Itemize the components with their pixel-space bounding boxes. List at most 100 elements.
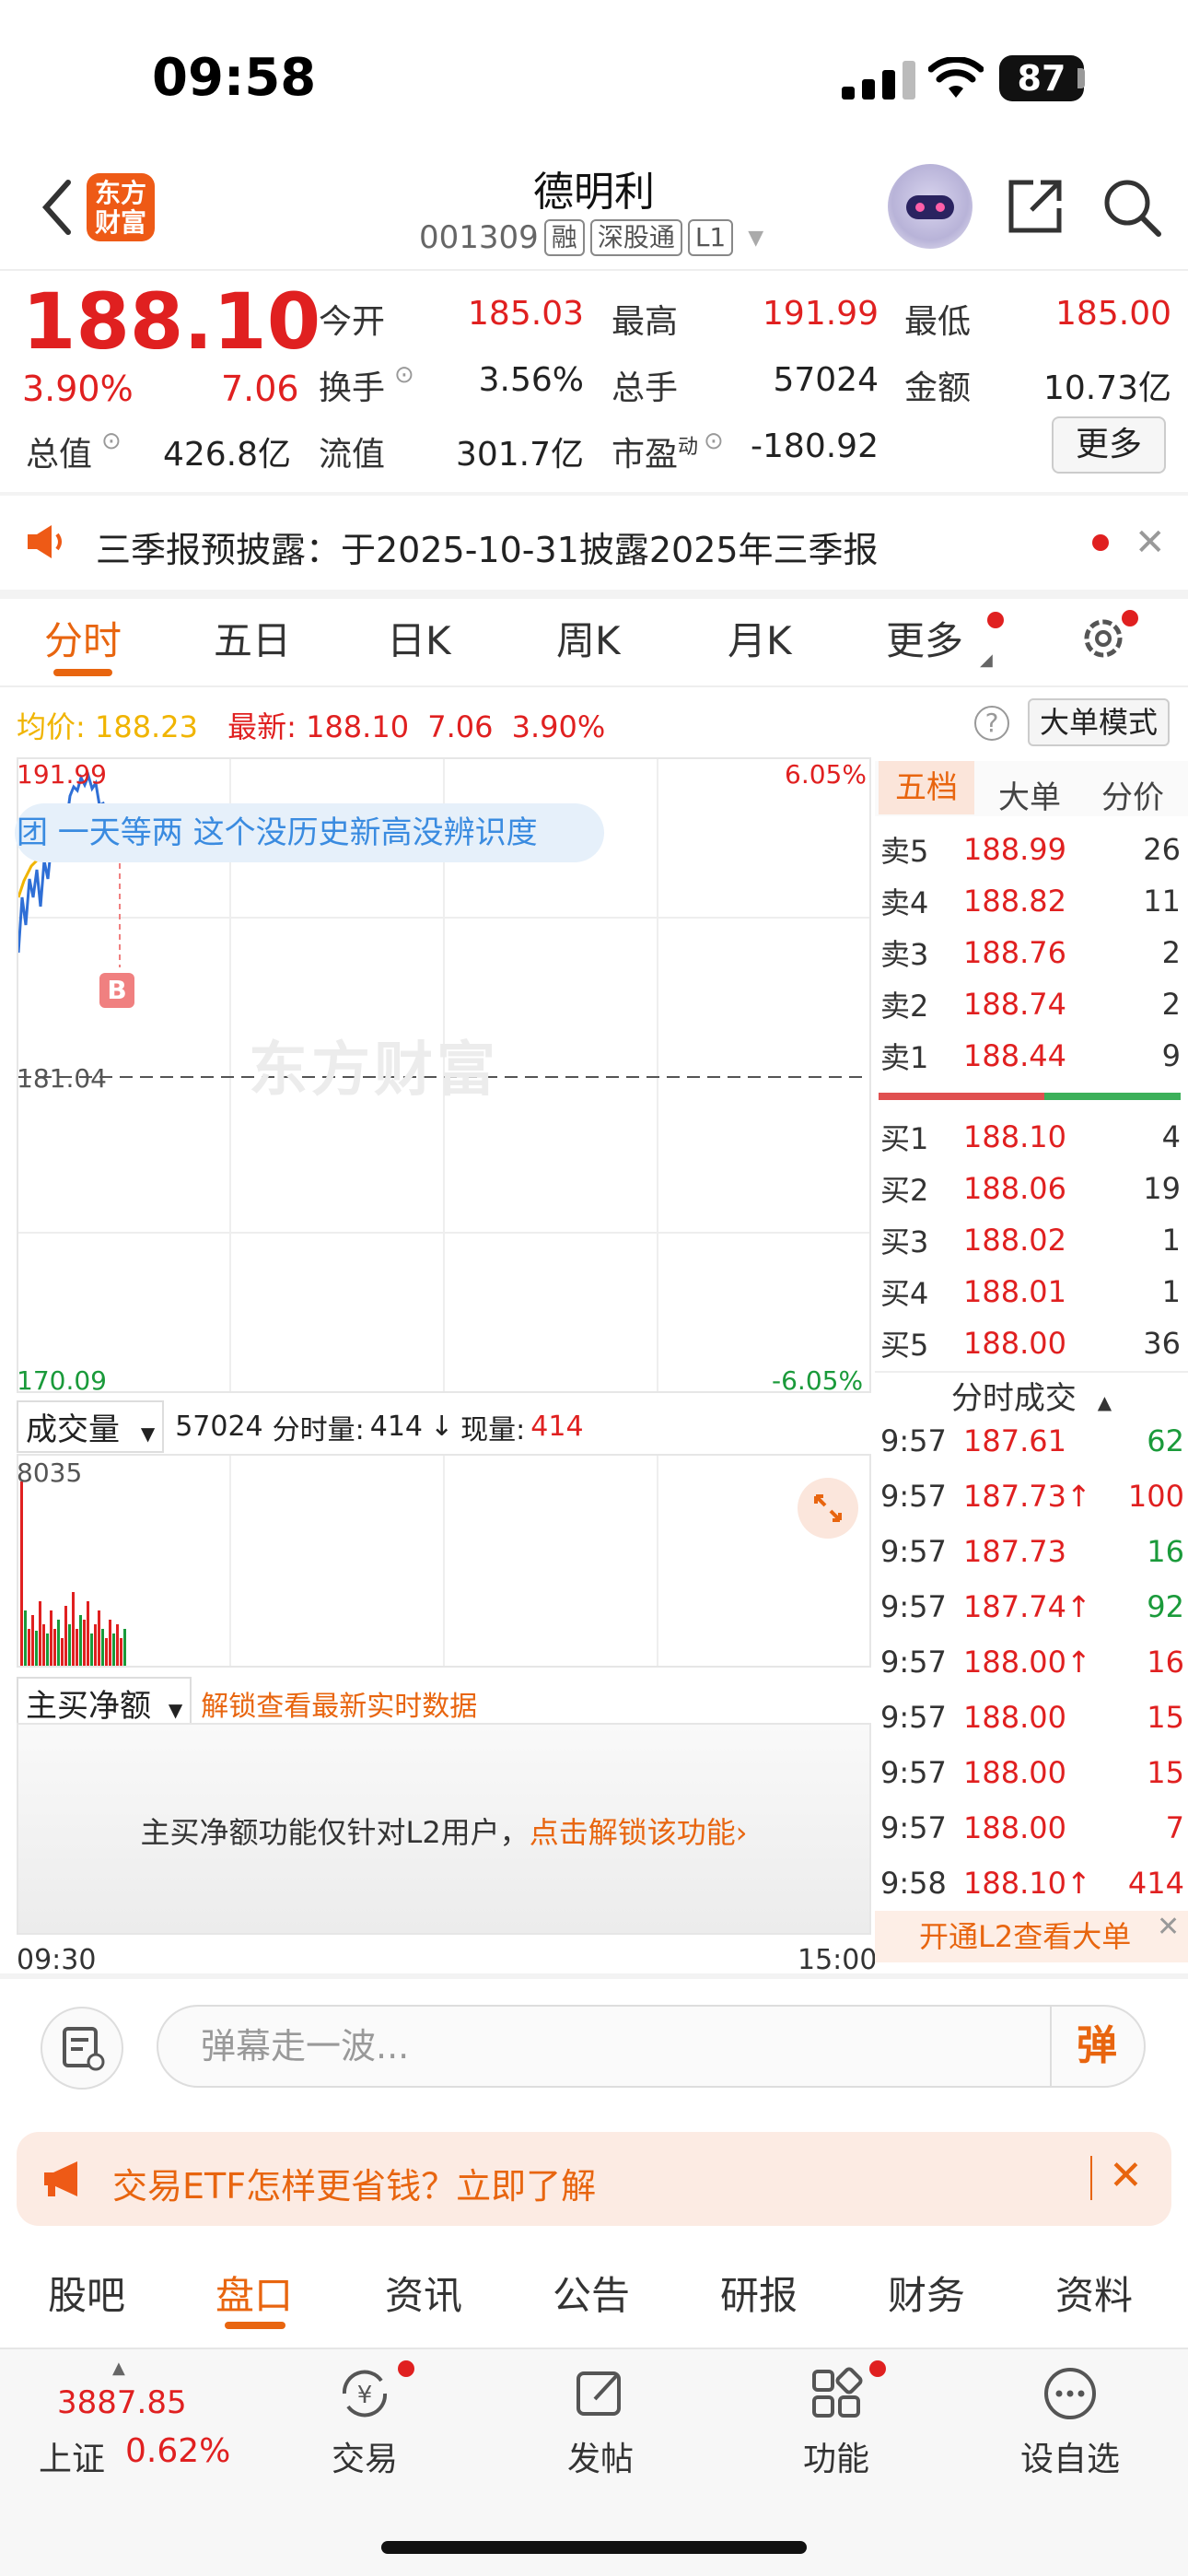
tab-five-day[interactable]: 五日 — [214, 610, 291, 666]
trade-icon[interactable]: ¥ — [335, 2364, 394, 2423]
ask-row: 卖2 188.74 2 — [880, 987, 1181, 1024]
expand-icon[interactable] — [798, 1478, 858, 1539]
index-name[interactable]: 上证 — [39, 2432, 105, 2480]
battery-tip — [1077, 68, 1085, 88]
minute-volume-label: 分时量: — [272, 1413, 365, 1446]
y-axis-mid: 181.04 — [17, 1063, 107, 1094]
volume-bar — [57, 1620, 60, 1666]
info-icon[interactable]: ⊙ — [101, 427, 122, 455]
tab-price-dist[interactable]: 分价 — [1101, 772, 1164, 817]
open-l2-banner[interactable]: 开通L2查看大单 — [875, 1911, 1188, 1962]
tick-row: 9:57 188.00 7 — [880, 1810, 1184, 1845]
tab-five-level[interactable]: 五档 — [879, 761, 974, 814]
share-icon[interactable] — [1006, 177, 1065, 236]
volume-bar — [46, 1633, 49, 1666]
nav-post[interactable]: 发帖 — [527, 2432, 674, 2480]
volume-bar — [116, 1624, 119, 1666]
tab-intraday[interactable]: 分时 — [44, 610, 122, 666]
nav-functions[interactable]: 功能 — [763, 2432, 910, 2480]
apps-icon[interactable] — [807, 2364, 866, 2423]
tick-row: 9:57 187.61 62 — [880, 1423, 1184, 1458]
label-low: 最低 — [904, 303, 972, 341]
bid-row: 买1 188.10 4 — [880, 1119, 1181, 1156]
volume-bar — [105, 1638, 108, 1666]
volume-bar — [76, 1629, 78, 1666]
tick-row: 9:58 188.10↑ 414 — [880, 1866, 1184, 1901]
compose-icon[interactable] — [571, 2364, 630, 2423]
volume-bar — [83, 1620, 86, 1666]
stock-code-row[interactable]: 001309 融 深股通 L1 ▼ — [419, 219, 763, 256]
danmu-input[interactable]: 弹幕走一波... — [157, 2005, 1146, 2088]
value-float-cap: 301.7亿 — [455, 436, 584, 474]
chevron-down-icon: ▼ — [748, 226, 764, 250]
more-button[interactable]: 更多 — [1052, 416, 1166, 474]
volume-chart[interactable] — [17, 1454, 871, 1668]
time-axis-start: 09:30 — [17, 1944, 97, 1976]
tab-daily-k[interactable]: 日K — [387, 610, 451, 666]
volume-bar — [20, 1481, 23, 1666]
apps-dot — [869, 2360, 886, 2377]
buy-marker[interactable]: B — [99, 973, 134, 1008]
tab-weekly-k[interactable]: 周K — [556, 610, 621, 666]
volume-bar — [112, 1633, 115, 1666]
info-icon[interactable]: ⊙ — [704, 427, 724, 455]
danmu-settings-icon[interactable] — [41, 2007, 123, 2090]
volume-bar — [123, 1629, 126, 1666]
volume-bar — [61, 1638, 64, 1666]
send-danmu-button[interactable]: 弹 — [1050, 2007, 1142, 2086]
y-axis-bottom: 170.09 — [17, 1365, 107, 1396]
close-icon[interactable]: ✕ — [1157, 1911, 1180, 1943]
tab-big-orders[interactable]: 大单 — [998, 772, 1061, 817]
notice-text[interactable]: 三季报预披露：于2025-10-31披露2025年三季报 — [96, 521, 879, 572]
label-volume: 总手 — [611, 369, 679, 407]
big-order-mode-button[interactable]: 大单模式 — [1028, 698, 1170, 746]
tab-monthly-k[interactable]: 月K — [728, 610, 792, 666]
header-divider — [0, 269, 1188, 271]
tag-connect: 深股通 — [589, 219, 682, 256]
bid-row: 买5 188.00 36 — [880, 1326, 1181, 1363]
label-turnover: 换手 — [319, 369, 386, 407]
promo-text[interactable]: 交易ETF怎样更省钱？立即了解 — [112, 2158, 596, 2208]
unlock-feature-link[interactable]: 点击解锁该功能 — [530, 1815, 736, 1850]
add-watchlist-icon[interactable] — [1041, 2364, 1100, 2423]
volume-bar — [87, 1601, 89, 1666]
tab-financials[interactable]: 财务 — [888, 2265, 965, 2321]
tab-forum[interactable]: 股吧 — [48, 2265, 125, 2321]
stock-code: 001309 — [419, 219, 539, 256]
index-pct[interactable]: 0.62% — [125, 2432, 230, 2470]
signal-icon — [842, 61, 915, 100]
settings-dot — [1122, 610, 1138, 626]
tab-order-book[interactable]: 盘口 — [215, 2265, 293, 2321]
ticks-title[interactable]: 分时成交 ▲ — [875, 1373, 1188, 1418]
volume-bar — [98, 1610, 100, 1666]
avg-price-line: 均价: 188.23 最新: 188.10 7.06 3.90% — [17, 704, 605, 746]
nav-add-watchlist[interactable]: 设自选 — [996, 2432, 1144, 2480]
value-open: 185.03 — [468, 295, 584, 333]
tab-announcements[interactable]: 公告 — [553, 2265, 630, 2321]
home-indicator[interactable] — [381, 2541, 807, 2554]
tab-more[interactable]: 更多 — [886, 610, 963, 666]
watermark: 东方财富 — [249, 1036, 499, 1105]
danmu-bubble[interactable]: 团 一天等两 这个没历史新高没辨识度 — [15, 803, 604, 862]
megaphone-icon — [44, 2161, 77, 2196]
tab-news[interactable]: 资讯 — [385, 2265, 462, 2321]
volume-dropdown[interactable]: 成交量 ▼ — [17, 1400, 165, 1453]
index-value[interactable]: 3887.85 — [57, 2384, 187, 2421]
close-icon[interactable]: ✕ — [1135, 521, 1166, 564]
volume-bar — [79, 1615, 82, 1666]
help-icon[interactable]: ? — [974, 706, 1009, 741]
tab-profile[interactable]: 资料 — [1055, 2265, 1133, 2321]
net-buy-dropdown[interactable]: 主买净额 ▼ — [17, 1677, 192, 1729]
close-icon[interactable]: ✕ — [1109, 2152, 1143, 2199]
arrow-down-icon: ↓ — [430, 1411, 454, 1443]
tag-level: L1 — [687, 219, 734, 256]
nav-trade[interactable]: 交易 — [291, 2432, 438, 2480]
search-icon[interactable] — [1101, 177, 1162, 238]
tab-research[interactable]: 研报 — [720, 2265, 798, 2321]
robot-avatar[interactable] — [888, 164, 973, 249]
caret-icon: ◢ — [980, 650, 993, 670]
info-icon[interactable]: ⊙ — [394, 361, 414, 389]
volume-bar — [24, 1610, 27, 1666]
ask-row: 卖4 188.82 11 — [880, 884, 1181, 920]
unlock-realtime-link[interactable]: 解锁查看最新实时数据 — [201, 1683, 477, 1724]
